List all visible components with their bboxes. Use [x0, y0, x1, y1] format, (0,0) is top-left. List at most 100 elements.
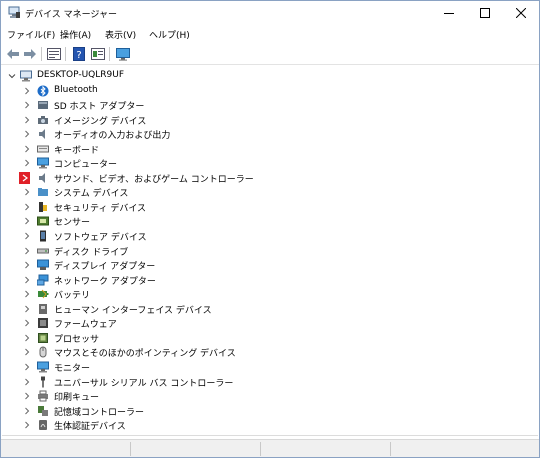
tree-item[interactable]: ヒューマン インターフェイス デバイス [2, 302, 402, 316]
properties-button[interactable] [46, 46, 62, 62]
status-segment [1, 442, 131, 456]
tree-item-label: ファームウェア [54, 320, 117, 331]
phone-device-icon [40, 230, 46, 242]
menu-view[interactable]: 表示(V) [105, 28, 136, 41]
tree-item[interactable]: コンピューター [2, 156, 402, 170]
back-arrow-icon [7, 49, 19, 59]
monitor-icon [37, 361, 49, 373]
maximize-button[interactable] [467, 1, 503, 25]
tree-item[interactable]: システム デバイス [2, 185, 402, 199]
tree-item-label: イメージング デバイス [54, 116, 147, 127]
close-icon [516, 8, 526, 18]
tree-item[interactable]: ネットワーク アダプター [2, 273, 402, 287]
tree-item-label: オーディオの入力および出力 [54, 131, 171, 142]
expand-icon[interactable] [22, 185, 31, 199]
expand-icon[interactable] [22, 113, 31, 127]
maximize-icon [480, 8, 490, 18]
forward-button[interactable] [22, 46, 38, 62]
tree-item[interactable]: モニター [2, 360, 402, 374]
tree-item-label: システム デバイス [54, 189, 129, 200]
svg-text:?: ? [76, 50, 81, 61]
tree-item[interactable]: 印刷キュー [2, 389, 402, 403]
tree-item[interactable]: オーディオの入力および出力 [2, 127, 402, 141]
tree-item-label: SD ホスト アダプター [54, 102, 145, 113]
tree-item[interactable]: ファームウェア [2, 316, 402, 330]
minimize-button[interactable] [431, 1, 467, 25]
scan-hardware-button[interactable] [115, 46, 131, 62]
expand-icon[interactable] [19, 171, 30, 184]
tree-item-label: ディスク ドライブ [54, 247, 129, 258]
tree-item[interactable]: キーボード [2, 142, 402, 156]
tree-root[interactable]: DESKTOP-UQLR9UF [2, 69, 302, 83]
tree-item-label: プロセッサ [54, 334, 100, 345]
tree-item[interactable]: サウンド、ビデオ、およびゲーム コントローラー [2, 171, 402, 185]
toolbar-separator [41, 47, 42, 61]
window-title: デバイス マネージャー [25, 10, 117, 20]
tree-item[interactable]: Bluetooth [2, 84, 402, 98]
back-button[interactable] [5, 46, 21, 62]
forward-arrow-icon [24, 49, 36, 59]
expand-icon[interactable] [22, 418, 31, 432]
expand-icon[interactable] [22, 316, 31, 330]
fingerprint-icon [39, 420, 47, 431]
menu-help[interactable]: ヘルプ(H) [149, 28, 190, 41]
expand-icon[interactable] [22, 404, 31, 418]
tree-item-label: ソフトウェア デバイス [54, 233, 147, 243]
tree-item[interactable]: SD ホスト アダプター [2, 98, 402, 112]
status-segment [261, 442, 391, 456]
disk-drive-icon [37, 248, 49, 254]
device-tree: DESKTOP-UQLR9UF Bluetooth SD ホスト アダプター イメー… [2, 67, 538, 435]
expand-icon[interactable] [22, 331, 31, 345]
usb-icon [41, 376, 45, 387]
monitor-icon [37, 157, 49, 169]
keyboard-icon [37, 145, 49, 153]
expand-icon[interactable] [22, 84, 31, 98]
tree-item[interactable]: バッテリ [2, 287, 402, 301]
tree-item-label: ネットワーク アダプター [54, 276, 156, 287]
storage-controller-icon [38, 405, 48, 416]
tree-item-label: セキュリティ デバイス [54, 203, 147, 214]
expand-icon[interactable] [22, 229, 31, 243]
minimize-icon [444, 13, 454, 14]
view-button[interactable] [90, 46, 106, 62]
expand-icon[interactable] [22, 389, 31, 403]
close-button[interactable] [503, 1, 539, 25]
tree-item[interactable]: センサー [2, 214, 402, 228]
tree-item[interactable]: ディスプレイ アダプター [2, 258, 402, 272]
toolbar: ? [1, 43, 539, 65]
expand-icon[interactable] [22, 200, 31, 214]
collapse-icon[interactable] [7, 69, 16, 83]
tree-item[interactable]: ディスク ドライブ [2, 244, 402, 258]
tree-item[interactable]: プロセッサ [2, 331, 402, 345]
tree-item[interactable]: ユニバーサル シリアル バス コントローラー [2, 375, 402, 389]
expand-icon[interactable] [22, 287, 31, 301]
tree-item[interactable]: 生体認証デバイス [2, 418, 402, 432]
expand-icon[interactable] [22, 127, 31, 141]
expand-icon[interactable] [22, 302, 31, 316]
tree-item-label: サウンド、ビデオ、およびゲーム コントローラー [54, 174, 254, 185]
tree-item-label: 印刷キュー [54, 393, 100, 404]
device-manager-icon [8, 6, 20, 18]
expand-icon[interactable] [22, 142, 31, 156]
tree-item[interactable]: マウスとそのほかのポインティング デバイス [2, 345, 402, 359]
expand-icon[interactable] [22, 375, 31, 389]
expand-icon[interactable] [22, 360, 31, 374]
expand-icon[interactable] [22, 258, 31, 272]
help-button[interactable]: ? [71, 46, 87, 62]
mouse-icon [39, 346, 47, 358]
tree-item[interactable]: イメージング デバイス [2, 113, 402, 127]
sensor-icon [37, 216, 49, 226]
tree-item[interactable]: セキュリティ デバイス [2, 200, 402, 214]
expand-icon[interactable] [22, 156, 31, 170]
menu-action[interactable]: 操作(A) [60, 28, 91, 41]
expand-icon[interactable] [22, 345, 31, 359]
expand-icon[interactable] [22, 98, 31, 112]
expand-icon[interactable] [22, 273, 31, 287]
tree-item[interactable]: 記憶域コントローラー [2, 404, 402, 418]
menu-file[interactable]: ファイル(F) [7, 28, 55, 41]
tree-item[interactable]: ソフトウェア デバイス [2, 229, 402, 243]
speaker-icon [39, 129, 45, 140]
expand-icon[interactable] [22, 214, 31, 228]
expand-icon[interactable] [22, 244, 31, 258]
tree-item-label: ヒューマン インターフェイス デバイス [54, 305, 212, 316]
